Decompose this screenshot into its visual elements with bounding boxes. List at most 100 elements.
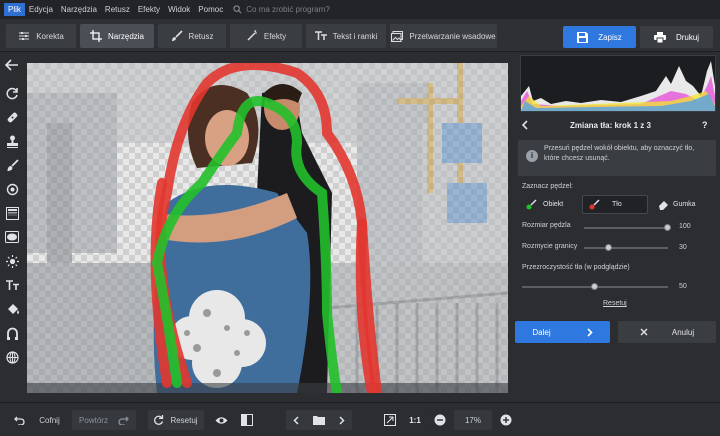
menu-view[interactable]: Widok bbox=[164, 3, 194, 16]
zoom-level-field[interactable]: 17% bbox=[454, 410, 492, 430]
tab-retouch-label: Retusz bbox=[188, 31, 214, 41]
info-text-line1: Przesuń pędzel wokół obiektu, aby oznacz… bbox=[544, 145, 695, 152]
zoom-out-icon bbox=[434, 414, 446, 426]
menu-retouch[interactable]: Retusz bbox=[101, 3, 134, 16]
brush-eraser-button[interactable]: Gumka bbox=[652, 195, 712, 214]
eye-icon bbox=[215, 416, 227, 424]
search-box[interactable]: Co ma zrobić program? bbox=[233, 5, 330, 14]
red-brush-icon bbox=[589, 199, 600, 210]
text-tool-icon[interactable] bbox=[4, 277, 20, 293]
print-label: Drukuj bbox=[675, 32, 700, 42]
menu-bar: Plik Edycja Narzędzia Retusz Efekty Wido… bbox=[0, 0, 720, 19]
back-arrow-icon[interactable] bbox=[4, 57, 20, 73]
fit-screen-icon bbox=[384, 414, 396, 426]
brush-size-knob[interactable] bbox=[664, 224, 671, 231]
light-icon[interactable] bbox=[4, 253, 20, 269]
menu-file[interactable]: Plik bbox=[4, 3, 25, 16]
zoom-out-button[interactable] bbox=[430, 410, 450, 430]
edge-blur-label: Rozmycie granicy bbox=[522, 243, 578, 250]
tab-correction[interactable]: Korekta bbox=[6, 24, 76, 48]
compare-icon bbox=[241, 414, 253, 426]
zoom-1to1-button[interactable]: 1:1 bbox=[404, 410, 426, 430]
chevron-right-icon bbox=[587, 327, 593, 337]
tab-tools-label: Narzędzia bbox=[107, 31, 144, 41]
target-icon[interactable] bbox=[4, 181, 20, 197]
chevron-left-icon[interactable] bbox=[293, 415, 299, 425]
transparency-knob[interactable] bbox=[591, 283, 598, 290]
photo-illustration bbox=[27, 63, 508, 393]
folder-icon[interactable] bbox=[313, 415, 325, 425]
image-stack-icon bbox=[391, 30, 404, 42]
text-icon bbox=[314, 31, 327, 40]
edge-blur-slider[interactable] bbox=[584, 247, 668, 249]
background-change-icon[interactable] bbox=[4, 325, 20, 341]
brush-icon bbox=[171, 30, 183, 41]
photo-canvas[interactable] bbox=[27, 63, 508, 393]
edge-blur-value: 30 bbox=[679, 244, 687, 251]
undo-label: Cofnij bbox=[39, 415, 60, 425]
info-text-line2: które chcesz usunąć. bbox=[544, 155, 610, 162]
undo-button[interactable]: Cofnij bbox=[6, 410, 68, 430]
tab-tools[interactable]: Narzędzia bbox=[80, 24, 154, 48]
info-icon: i bbox=[526, 150, 538, 162]
printer-icon bbox=[653, 31, 666, 43]
sliders-icon bbox=[19, 32, 30, 40]
transparency-value: 50 bbox=[679, 283, 687, 290]
next-button[interactable]: Dalej bbox=[515, 321, 610, 343]
step-title: Zmiana tła: krok 1 z 3 bbox=[570, 120, 651, 130]
brush-background-label: Tło bbox=[612, 201, 622, 208]
reset-link[interactable]: Resetuj bbox=[603, 300, 627, 307]
floppy-disk-icon bbox=[577, 31, 589, 43]
reset-button[interactable]: Resetuj bbox=[148, 410, 204, 430]
brush-tool-icon[interactable] bbox=[4, 157, 20, 173]
green-brush-icon bbox=[526, 199, 537, 210]
eye-preview-button[interactable] bbox=[210, 410, 232, 430]
rotate-icon[interactable] bbox=[4, 85, 20, 101]
help-button[interactable]: ? bbox=[702, 120, 708, 130]
tab-text-frames[interactable]: Tekst i ramki bbox=[306, 24, 386, 48]
cancel-button[interactable]: Anuluj bbox=[618, 321, 716, 343]
cancel-label: Anuluj bbox=[671, 327, 695, 337]
menu-help[interactable]: Pomoc bbox=[194, 3, 227, 16]
step-header: Zmiana tła: krok 1 z 3 ? bbox=[512, 116, 720, 134]
histogram bbox=[520, 55, 716, 112]
menu-edit[interactable]: Edycja bbox=[25, 3, 57, 16]
print-button[interactable]: Drukuj bbox=[640, 26, 713, 48]
paint-bucket-icon[interactable] bbox=[4, 301, 20, 317]
save-button[interactable]: Zapisz bbox=[563, 26, 636, 48]
tab-correction-label: Korekta bbox=[36, 31, 64, 41]
magic-wand-icon bbox=[247, 30, 257, 41]
redo-button[interactable]: Powtórz bbox=[72, 410, 136, 430]
back-chevron-icon[interactable] bbox=[521, 120, 528, 130]
reset-label: Resetuj bbox=[170, 415, 198, 425]
brush-size-value: 100 bbox=[679, 223, 691, 230]
brush-background-button[interactable]: Tło bbox=[582, 195, 648, 214]
search-icon bbox=[233, 5, 242, 14]
tab-effects[interactable]: Efekty bbox=[230, 24, 302, 48]
compare-button[interactable] bbox=[236, 410, 258, 430]
radial-filter-icon[interactable] bbox=[4, 229, 20, 245]
zoom-in-button[interactable] bbox=[496, 410, 516, 430]
brush-object-button[interactable]: Obiekt bbox=[522, 195, 582, 214]
gradient-filter-icon[interactable] bbox=[4, 205, 20, 221]
globe-icon[interactable] bbox=[4, 349, 20, 365]
menu-effects[interactable]: Efekty bbox=[134, 3, 164, 16]
search-placeholder: Co ma zrobić program? bbox=[246, 5, 330, 14]
healing-patch-icon[interactable] bbox=[4, 109, 20, 125]
brush-size-label: Rozmiar pędzla bbox=[522, 222, 571, 229]
canvas-area[interactable] bbox=[24, 52, 512, 402]
redo-icon bbox=[118, 416, 129, 425]
tab-retouch[interactable]: Retusz bbox=[158, 24, 226, 48]
edge-blur-knob[interactable] bbox=[605, 244, 613, 251]
stamp-icon[interactable] bbox=[4, 133, 20, 149]
chevron-right-icon[interactable] bbox=[339, 415, 345, 425]
zoom-in-icon bbox=[500, 414, 512, 426]
menu-tools[interactable]: Narzędzia bbox=[57, 3, 101, 16]
tab-text-frames-label: Tekst i ramki bbox=[332, 31, 378, 41]
brush-select-label: Zaznacz pędzel: bbox=[522, 183, 573, 190]
tab-batch-processing[interactable]: Przetwarzanie wsadowe bbox=[390, 24, 497, 48]
brush-size-slider[interactable] bbox=[584, 227, 668, 229]
redo-label: Powtórz bbox=[79, 415, 108, 425]
eraser-icon bbox=[659, 201, 668, 210]
fit-screen-button[interactable] bbox=[380, 410, 400, 430]
